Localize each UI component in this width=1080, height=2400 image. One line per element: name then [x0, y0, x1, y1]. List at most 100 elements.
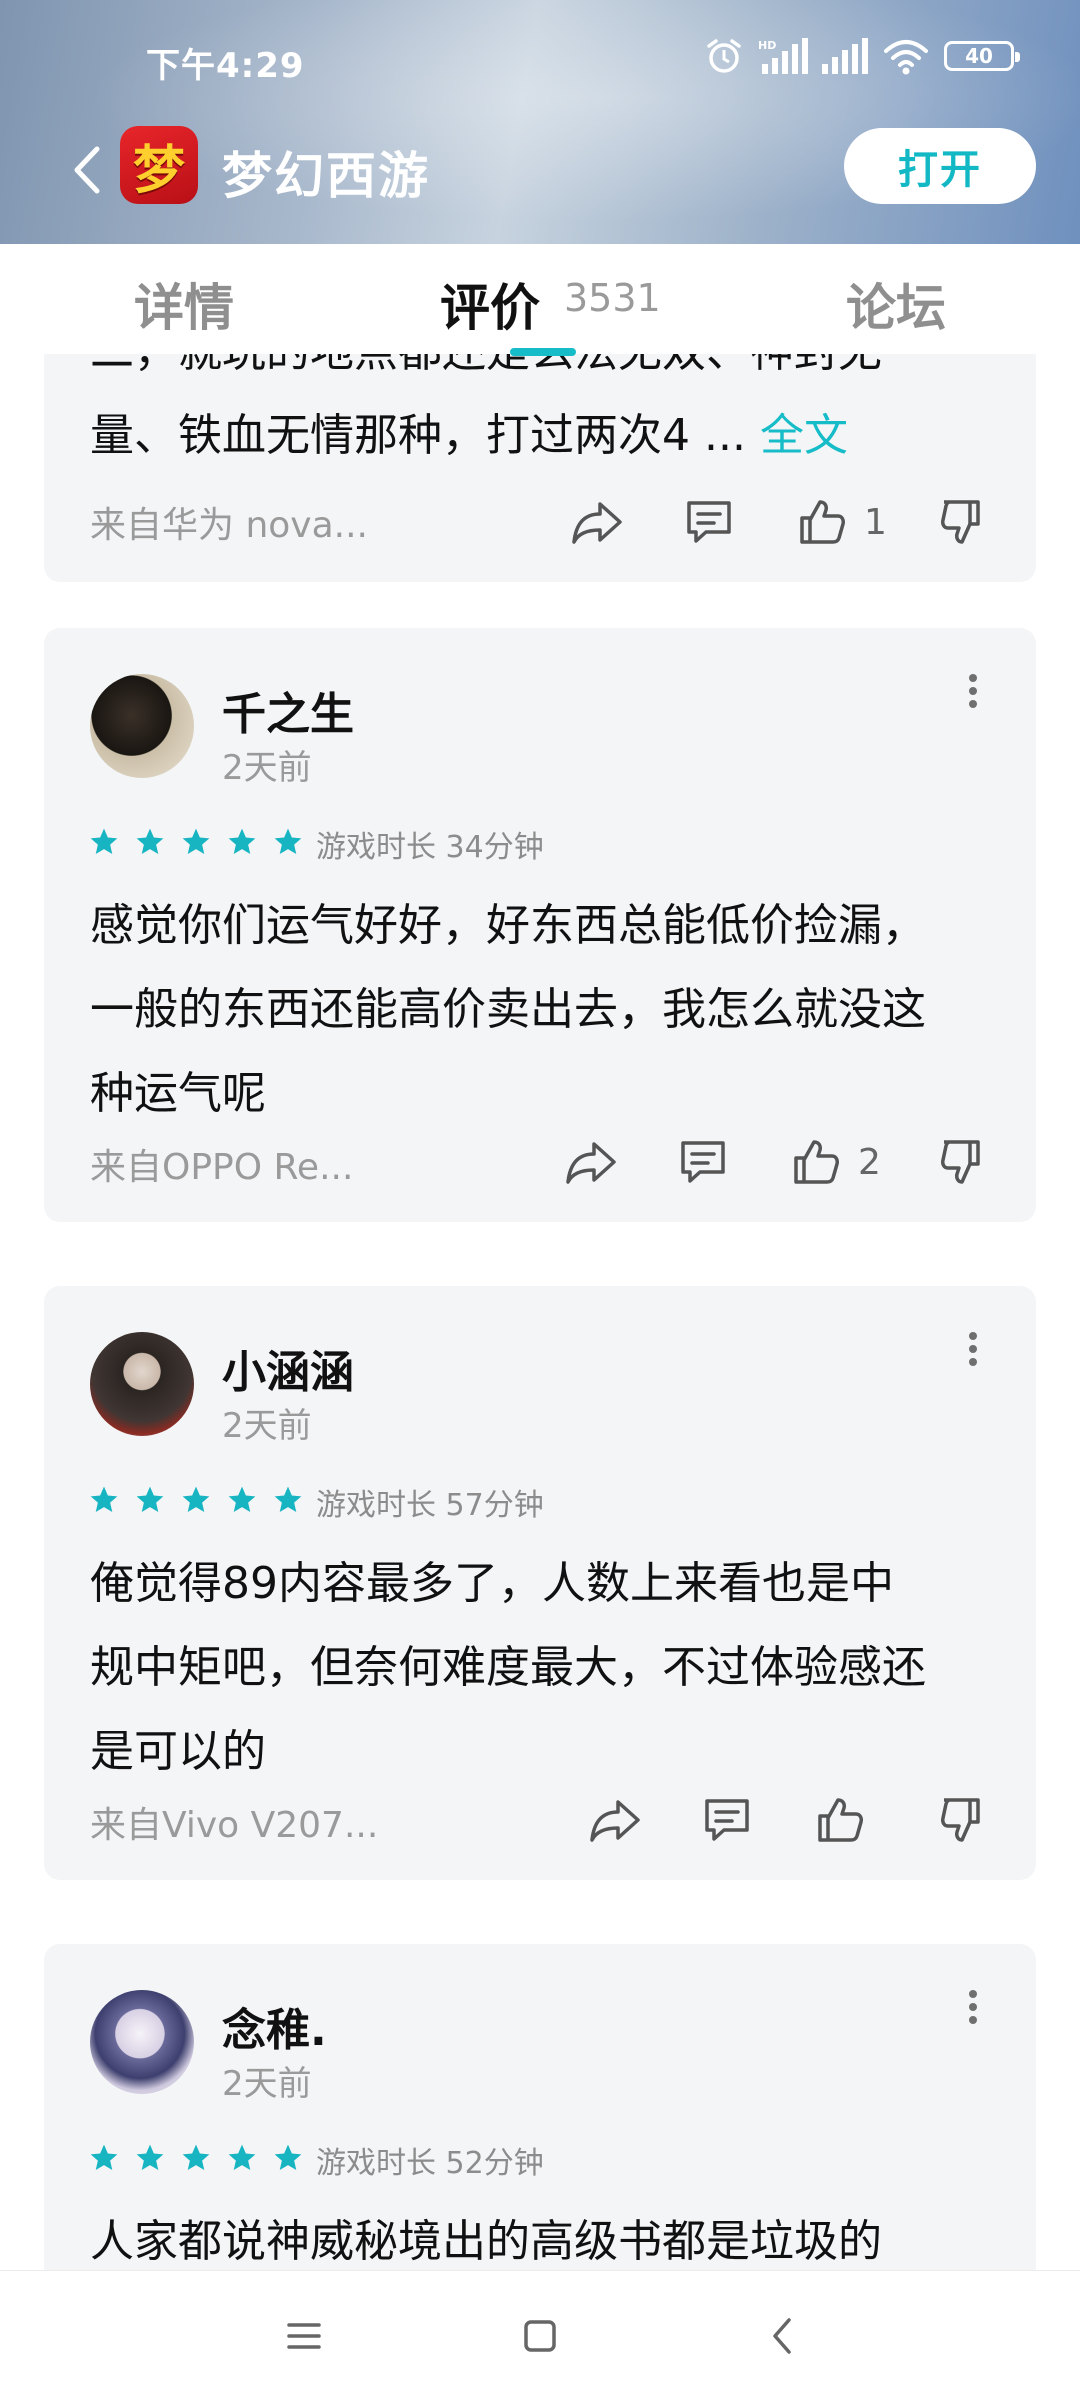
- review-line-text: 量、铁血无情那种，打过两次4 ...: [90, 410, 746, 461]
- device-source: 来自OPPO Re...: [90, 1147, 354, 1188]
- system-nav-bar: [0, 2270, 1080, 2400]
- username[interactable]: 小涵涵: [222, 1336, 354, 1400]
- share-button[interactable]: [564, 1132, 618, 1192]
- app-title: 梦幻西游: [222, 147, 430, 205]
- review-time: 2天前: [222, 748, 312, 788]
- app-icon-glyph: 梦: [132, 140, 185, 201]
- review-card[interactable]: 二，就玩的地点都还是玄法无双、神封无 量、铁血无情那种，打过两次4 ... 全文…: [44, 354, 1036, 582]
- review-line: 人家都说神威秘境出的高级书都是垃圾的: [90, 2216, 882, 2267]
- signal-icon: [822, 38, 868, 74]
- dislike-button[interactable]: [940, 1790, 984, 1850]
- review-count: 3531: [564, 276, 661, 320]
- star-icon: [182, 1486, 210, 1512]
- app-bar: 梦 梦幻西游 打开: [0, 120, 1080, 220]
- comment-button[interactable]: [678, 1132, 728, 1192]
- avatar[interactable]: [90, 674, 194, 778]
- open-button[interactable]: 打开: [844, 128, 1036, 204]
- review-text: 人家都说神威秘境出的高级书都是垃圾的: [90, 2200, 1000, 2270]
- share-button[interactable]: [570, 492, 624, 552]
- comment-button[interactable]: [684, 492, 734, 552]
- review-time: 2天前: [222, 2064, 312, 2104]
- battery-level: 40: [965, 44, 993, 68]
- chevron-left-icon: [74, 146, 100, 194]
- review-text: 二，就玩的地点都还是玄法无双、神封无 量、铁血无情那种，打过两次4 ... 全文: [90, 354, 1000, 478]
- star-icon: [136, 1486, 164, 1512]
- star-icon: [228, 2144, 256, 2170]
- comment-button[interactable]: [702, 1790, 752, 1850]
- username[interactable]: 念稚.: [222, 1994, 327, 2058]
- back-button[interactable]: [56, 140, 116, 200]
- full-text-link[interactable]: 全文: [760, 410, 848, 461]
- more-options-button[interactable]: [958, 1982, 988, 2032]
- playtime: 游戏时长 34分钟: [316, 830, 544, 865]
- menu-icon: [287, 2323, 321, 2349]
- review-card[interactable]: 念稚. 2天前 游戏时长 52分钟 人家都说神威秘境出的高级书都是垃圾的: [44, 1944, 1036, 2270]
- star-icon: [182, 828, 210, 854]
- star-rating: [88, 2142, 304, 2174]
- thumbs-up-icon: [794, 1140, 839, 1184]
- review-card[interactable]: 小涵涵 2天前 游戏时长 57分钟 俺觉得89内容最多了，人数上来看也是中 规中…: [44, 1286, 1036, 1880]
- comment-icon: [705, 1799, 749, 1841]
- star-rating: [88, 1484, 304, 1516]
- review-text: 感觉你们运气好好，好东西总能低价捡漏， 一般的东西还能高价卖出去，我怎么就没这 …: [90, 884, 1000, 1136]
- thumbs-down-icon: [941, 1798, 980, 1842]
- app-header: 下午4:29 HD 40 梦 梦幻西游 打开: [0, 0, 1080, 244]
- chevron-left-icon: [773, 2318, 791, 2354]
- like-button[interactable]: 1: [798, 492, 887, 552]
- thumbs-down-icon: [941, 1140, 980, 1184]
- star-icon: [228, 828, 256, 854]
- review-line: 一般的东西还能高价卖出去，我怎么就没这: [90, 984, 926, 1035]
- review-line: 俺觉得89内容最多了，人数上来看也是中: [90, 1558, 894, 1609]
- menu-button[interactable]: [274, 2311, 334, 2361]
- dislike-button[interactable]: [940, 492, 984, 552]
- review-line: 规中矩吧，但奈何难度最大，不过体验感还: [90, 1642, 926, 1693]
- review-card[interactable]: 千之生 2天前 游戏时长 34分钟 感觉你们运气好好，好东西总能低价捡漏， 一般…: [44, 628, 1036, 1222]
- wifi-icon: [884, 40, 928, 75]
- review-line: 感觉你们运气好好，好东西总能低价捡漏，: [90, 900, 926, 951]
- tab-forum[interactable]: 论坛: [846, 268, 946, 340]
- home-icon: [524, 2320, 556, 2352]
- star-icon: [274, 1486, 302, 1512]
- tab-details[interactable]: 详情: [134, 268, 234, 340]
- share-button[interactable]: [588, 1790, 642, 1850]
- review-feed[interactable]: 二，就玩的地点都还是玄法无双、神封无 量、铁血无情那种，打过两次4 ... 全文…: [0, 354, 1080, 2270]
- status-time: 下午4:29: [146, 46, 305, 86]
- review-time: 2天前: [222, 1406, 312, 1446]
- app-icon: 梦: [120, 126, 198, 204]
- more-options-button[interactable]: [958, 666, 988, 716]
- tab-reviews[interactable]: 评价: [440, 268, 540, 340]
- device-source: 来自华为 nova...: [90, 505, 368, 546]
- review-line: 量、铁血无情那种，打过两次4 ... 全文: [90, 394, 1000, 478]
- star-icon: [274, 2144, 302, 2170]
- share-icon: [590, 1800, 640, 1842]
- status-icons: HD 40: [704, 36, 1020, 76]
- share-icon: [566, 1142, 616, 1184]
- username[interactable]: 千之生: [222, 678, 354, 742]
- battery-icon: 40: [944, 41, 1020, 71]
- home-button[interactable]: [510, 2311, 570, 2361]
- review-line: 是可以的: [90, 1726, 266, 1777]
- like-count: 2: [858, 1141, 881, 1183]
- review-text: 俺觉得89内容最多了，人数上来看也是中 规中矩吧，但奈何难度最大，不过体验感还 …: [90, 1542, 1000, 1794]
- like-button[interactable]: 2: [792, 1132, 881, 1192]
- star-icon: [90, 1486, 118, 1512]
- avatar[interactable]: [90, 1990, 194, 2094]
- star-icon: [228, 1486, 256, 1512]
- dislike-button[interactable]: [940, 1132, 984, 1192]
- more-options-button[interactable]: [958, 1324, 988, 1374]
- star-icon: [182, 2144, 210, 2170]
- thumbs-down-icon: [941, 500, 980, 544]
- status-bar: 下午4:29 HD 40: [0, 0, 1080, 110]
- star-icon: [136, 828, 164, 854]
- svg-text:HD: HD: [758, 39, 776, 52]
- comment-icon: [687, 501, 731, 543]
- back-nav-button[interactable]: [752, 2311, 812, 2361]
- star-icon: [274, 828, 302, 854]
- comment-icon: [681, 1141, 725, 1183]
- avatar[interactable]: [90, 1332, 194, 1436]
- playtime: 游戏时长 52分钟: [316, 2146, 544, 2181]
- playtime: 游戏时长 57分钟: [316, 1488, 544, 1523]
- alarm-icon: [707, 39, 741, 73]
- like-button[interactable]: [816, 1790, 882, 1850]
- device-source: 来自Vivo V207...: [90, 1805, 379, 1846]
